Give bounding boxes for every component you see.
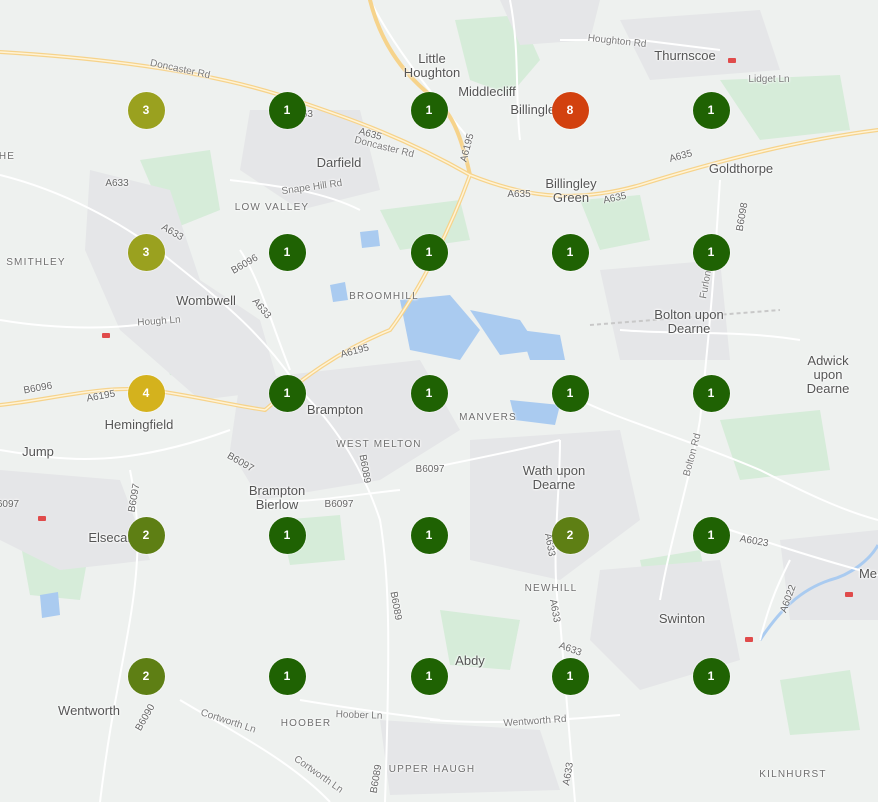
cluster-marker[interactable]: 1 bbox=[692, 374, 730, 412]
label-manvers: MANVERS bbox=[459, 412, 517, 423]
cluster-marker[interactable]: 2 bbox=[551, 516, 589, 554]
label-jump: Jump bbox=[22, 444, 54, 459]
label-smithley: SMITHLEY bbox=[6, 257, 66, 268]
cluster-marker[interactable]: 1 bbox=[692, 91, 730, 129]
label-b6097-5: 6097 bbox=[0, 499, 20, 510]
cluster-count: 1 bbox=[283, 103, 291, 117]
label-thurnscoe: Thurnscoe bbox=[654, 48, 716, 63]
cluster-count: 1 bbox=[707, 528, 715, 542]
cluster-marker[interactable]: 1 bbox=[268, 91, 306, 129]
label-upper-haugh: UPPER HAUGH bbox=[388, 764, 476, 775]
cluster-count: 1 bbox=[425, 103, 433, 117]
label-kilnhurst: KILNHURST bbox=[759, 769, 827, 780]
label-a633-1: A633 bbox=[105, 178, 129, 189]
label-brampton-bierlow: Brampton Bierlow bbox=[248, 483, 306, 512]
cluster-count: 1 bbox=[707, 669, 715, 683]
cluster-marker[interactable]: 1 bbox=[692, 233, 730, 271]
label-hoober-ln: Hoober Ln bbox=[335, 709, 383, 722]
cluster-marker[interactable]: 1 bbox=[551, 233, 589, 271]
cluster-marker[interactable]: 1 bbox=[692, 516, 730, 554]
cluster-count: 2 bbox=[566, 528, 574, 542]
cluster-count: 1 bbox=[425, 528, 433, 542]
label-little-houghton: Little Houghton bbox=[403, 51, 461, 80]
cluster-marker[interactable]: 1 bbox=[410, 516, 448, 554]
cluster-count: 1 bbox=[566, 386, 574, 400]
cluster-count: 1 bbox=[707, 103, 715, 117]
cluster-count: 1 bbox=[425, 669, 433, 683]
label-lidget-ln: Lidget Ln bbox=[748, 74, 790, 85]
cluster-count: 3 bbox=[142, 103, 150, 117]
map-canvas[interactable]: Little Houghton Middlecliff Thurnscoe Billi… bbox=[0, 0, 878, 802]
label-hemingfield: Hemingfield bbox=[104, 417, 174, 432]
label-elsecar: Elsecar bbox=[88, 530, 132, 545]
label-low-valley: LOW VALLEY bbox=[234, 202, 310, 213]
cluster-count: 4 bbox=[142, 386, 150, 400]
label-brampton: Brampton bbox=[306, 402, 364, 417]
rail-station-icon bbox=[38, 516, 46, 521]
cluster-marker[interactable]: 2 bbox=[127, 516, 165, 554]
cluster-count: 1 bbox=[283, 528, 291, 542]
cluster-marker[interactable]: 1 bbox=[410, 91, 448, 129]
label-goldthorpe: Goldthorpe bbox=[708, 161, 774, 176]
label-darfield: Darfield bbox=[316, 155, 362, 170]
cluster-marker[interactable]: 3 bbox=[127, 233, 165, 271]
cluster-count: 1 bbox=[566, 669, 574, 683]
rail-station-icon bbox=[102, 333, 110, 338]
cluster-marker[interactable]: 1 bbox=[551, 374, 589, 412]
rail-station-icon bbox=[845, 592, 853, 597]
cluster-count: 1 bbox=[283, 669, 291, 683]
label-broomhill: BROOMHILL bbox=[349, 291, 419, 302]
cluster-count: 1 bbox=[566, 245, 574, 259]
label-wath-upon-dearne: Wath upon Dearne bbox=[522, 463, 586, 492]
cluster-count: 1 bbox=[283, 386, 291, 400]
label-swinton: Swinton bbox=[658, 611, 706, 626]
cluster-marker[interactable]: 1 bbox=[268, 657, 306, 695]
rail-station-icon bbox=[745, 637, 753, 642]
label-b6097-2: B6097 bbox=[324, 499, 354, 510]
label-he: HE bbox=[0, 151, 16, 162]
label-west-melton: WEST MELTON bbox=[336, 439, 422, 450]
rail-station-icon bbox=[728, 58, 736, 63]
label-wombwell: Wombwell bbox=[176, 293, 236, 308]
cluster-count: 2 bbox=[142, 669, 150, 683]
label-middlecliff: Middlecliff bbox=[458, 84, 516, 99]
cluster-marker[interactable]: 1 bbox=[268, 374, 306, 412]
label-billingley-green: Billingley Green bbox=[545, 176, 597, 205]
cluster-count: 1 bbox=[425, 245, 433, 259]
cluster-marker[interactable]: 1 bbox=[410, 657, 448, 695]
cluster-marker[interactable]: 1 bbox=[551, 657, 589, 695]
cluster-count: 2 bbox=[142, 528, 150, 542]
label-adwick-upon-dearne: Adwick upon Dearne bbox=[806, 353, 850, 396]
cluster-count: 1 bbox=[707, 386, 715, 400]
label-hoober: HOOBER bbox=[280, 718, 332, 729]
label-wentworth: Wentworth bbox=[58, 703, 120, 718]
cluster-marker[interactable]: 3 bbox=[127, 91, 165, 129]
label-a635-2: A635 bbox=[507, 189, 531, 200]
cluster-count: 1 bbox=[425, 386, 433, 400]
cluster-marker[interactable]: 1 bbox=[268, 516, 306, 554]
cluster-marker[interactable]: 1 bbox=[692, 657, 730, 695]
label-bolton-upon-dearne: Bolton upon Dearne bbox=[654, 307, 724, 336]
cluster-count: 3 bbox=[142, 245, 150, 259]
cluster-count: 1 bbox=[283, 245, 291, 259]
label-newhill: NEWHILL bbox=[524, 583, 578, 594]
cluster-marker[interactable]: 2 bbox=[127, 657, 165, 695]
label-abdy: Abdy bbox=[455, 653, 485, 668]
cluster-marker[interactable]: 8 bbox=[551, 91, 589, 129]
label-b6097-3: B6097 bbox=[415, 464, 445, 475]
cluster-marker[interactable]: 4 bbox=[127, 374, 165, 412]
cluster-marker[interactable]: 1 bbox=[410, 233, 448, 271]
cluster-marker[interactable]: 1 bbox=[268, 233, 306, 271]
cluster-count: 8 bbox=[566, 103, 574, 117]
cluster-marker[interactable]: 1 bbox=[410, 374, 448, 412]
cluster-count: 1 bbox=[707, 245, 715, 259]
label-mexborough: Me bbox=[858, 566, 878, 581]
